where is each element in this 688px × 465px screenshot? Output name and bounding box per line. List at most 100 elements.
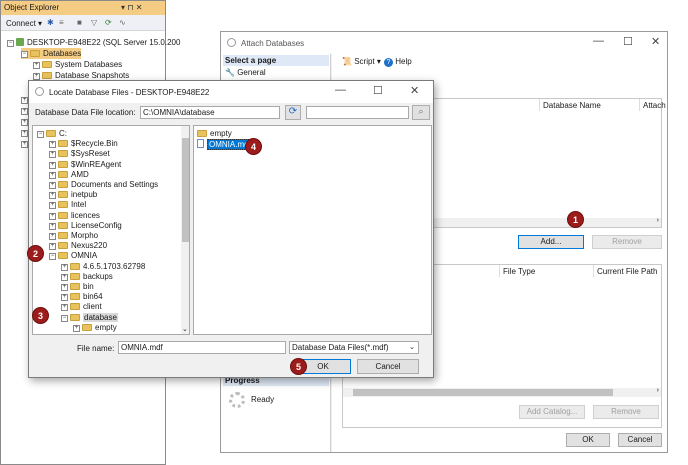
maximize-icon[interactable]: ☐ [623, 35, 633, 48]
tree-node-label: empty [95, 322, 117, 332]
spinner-icon [229, 392, 245, 408]
expand-icon[interactable]: + [21, 119, 28, 126]
folder-icon [58, 201, 68, 209]
location-input[interactable]: C:\OMNIA\database [140, 106, 280, 119]
expand-icon[interactable]: + [21, 97, 28, 104]
expand-icon[interactable]: + [49, 182, 56, 189]
pin-icon[interactable]: ▾ ⊓ ✕ [121, 3, 142, 12]
script-button[interactable]: 📜 Script ▾ [342, 56, 381, 67]
tree-node[interactable]: + empty [73, 322, 117, 333]
refresh-icon[interactable]: ⟳ [285, 105, 301, 120]
expand-icon[interactable]: + [61, 304, 68, 312]
location-label: Database Data File location: [35, 108, 136, 117]
expand-icon[interactable]: + [49, 233, 56, 240]
page-general[interactable]: 🔧 General [225, 67, 266, 78]
locate-cancel-button[interactable]: Cancel [357, 359, 419, 374]
disconnect-icon[interactable]: ≡ [59, 17, 64, 28]
collapse-icon[interactable]: − [21, 51, 28, 58]
expand-icon[interactable]: + [49, 151, 56, 159]
collapse-icon[interactable]: − [37, 131, 44, 138]
folder-icon [42, 72, 52, 79]
expand-icon[interactable]: + [61, 284, 68, 291]
help-button[interactable]: ? Help [384, 56, 412, 67]
tree-node-label: Morpho [71, 231, 99, 240]
folder-tree[interactable]: − C: + $Recycle.Bin + $SysReset + $WinREAgent + A… [32, 125, 190, 335]
add-button[interactable]: Add... [518, 235, 584, 249]
tree-node-label: backups [83, 271, 113, 281]
script-icon: 📜 [342, 57, 352, 66]
step-badge-1: 1 [567, 211, 584, 228]
folder-icon [58, 181, 68, 188]
attach-ok-button[interactable]: OK [566, 433, 610, 447]
expand-icon[interactable]: + [49, 202, 56, 210]
folder-icon [58, 191, 68, 199]
expand-icon[interactable]: + [49, 212, 56, 220]
connect-icon[interactable]: ✱ [47, 17, 54, 28]
close-icon[interactable]: ✕ [651, 35, 660, 48]
object-explorer-titlebar: Object Explorer ▾ ⊓ ✕ [1, 1, 165, 15]
tree-node-databases[interactable]: − Databases [21, 48, 82, 59]
folder-icon [58, 232, 68, 239]
expand-icon[interactable]: + [21, 141, 28, 148]
search-icon[interactable]: ⌕ [412, 105, 430, 120]
activity-icon[interactable]: ∿ [119, 17, 126, 28]
file-icon [197, 139, 204, 148]
list-item-folder[interactable]: empty [197, 128, 232, 139]
locate-titlebar: Locate Database Files - DESKTOP-E948E22 … [29, 81, 433, 103]
attach-titlebar: Attach Databases — ☐ ✕ [221, 32, 667, 54]
expand-icon[interactable]: + [49, 243, 56, 251]
collapse-icon[interactable]: − [49, 253, 56, 261]
tree-node-label: inetpub [71, 190, 98, 200]
tree-node-label: licences [71, 210, 100, 220]
expand-icon[interactable]: + [49, 222, 56, 230]
search-input[interactable] [306, 106, 409, 119]
folder-icon [58, 242, 68, 250]
remove-button[interactable]: Remove [592, 235, 662, 249]
maximize-icon[interactable]: ☐ [373, 84, 383, 97]
expand-icon[interactable]: + [49, 192, 56, 200]
expand-icon[interactable]: + [61, 263, 68, 271]
object-explorer-toolbar: Connect ▾ ✱ ≡ ■ ▽ ⟳ ∿ [1, 15, 165, 31]
expand-icon[interactable]: + [49, 161, 56, 169]
expand-icon[interactable]: + [61, 294, 68, 302]
help-icon: ? [384, 58, 393, 67]
database-icon [227, 38, 236, 47]
remove-catalog-button[interactable]: Remove [593, 405, 659, 419]
tree-node-label: OMNIA [71, 251, 98, 261]
expand-icon[interactable]: + [21, 130, 28, 137]
expand-icon[interactable]: + [33, 73, 40, 80]
chevron-down-icon: ⌄ [409, 344, 415, 351]
expand-icon[interactable]: + [73, 324, 80, 332]
minimize-icon[interactable]: — [335, 84, 346, 96]
filter-icon[interactable]: ▽ [91, 17, 97, 28]
add-catalog-button[interactable]: Add Catalog... [519, 405, 585, 419]
tree-node-system-databases[interactable]: + System Databases [33, 59, 122, 70]
vertical-scrollbar[interactable]: ⌄ [181, 126, 189, 334]
folder-icon [58, 221, 68, 229]
file-name-input[interactable]: OMNIA.mdf [118, 341, 286, 354]
expand-icon[interactable]: + [49, 141, 56, 149]
file-list[interactable]: empty OMNIA.mdf [193, 125, 432, 335]
stop-icon[interactable]: ■ [77, 17, 82, 28]
folder-icon [58, 211, 68, 219]
object-explorer-title: Object Explorer [4, 3, 60, 12]
collapse-icon[interactable]: − [61, 314, 68, 322]
expand-icon[interactable]: + [61, 273, 68, 281]
connect-button[interactable]: Connect ▾ [6, 18, 42, 29]
expand-icon[interactable]: + [49, 171, 56, 179]
tree-node-label: bin [83, 282, 94, 291]
refresh-icon[interactable]: ⟳ [105, 17, 112, 28]
wrench-icon: 🔧 [225, 68, 235, 77]
tree-node-label: database [83, 312, 118, 322]
expand-icon[interactable]: + [21, 108, 28, 115]
folder-icon [197, 130, 207, 137]
locate-database-files-dialog: Locate Database Files - DESKTOP-E948E22 … [28, 80, 434, 378]
file-type-select[interactable]: Database Data Files(*.mdf) ⌄ [289, 341, 419, 354]
expand-icon[interactable]: + [33, 62, 40, 69]
horizontal-scrollbar[interactable]: › [343, 387, 661, 397]
close-icon[interactable]: ✕ [410, 84, 419, 97]
minimize-icon[interactable]: — [593, 35, 604, 47]
attach-cancel-button[interactable]: Cancel [618, 433, 662, 447]
server-node[interactable]: − DESKTOP-E948E22 (SQL Server 15.0.200 [7, 37, 180, 48]
collapse-icon[interactable]: − [7, 40, 14, 47]
